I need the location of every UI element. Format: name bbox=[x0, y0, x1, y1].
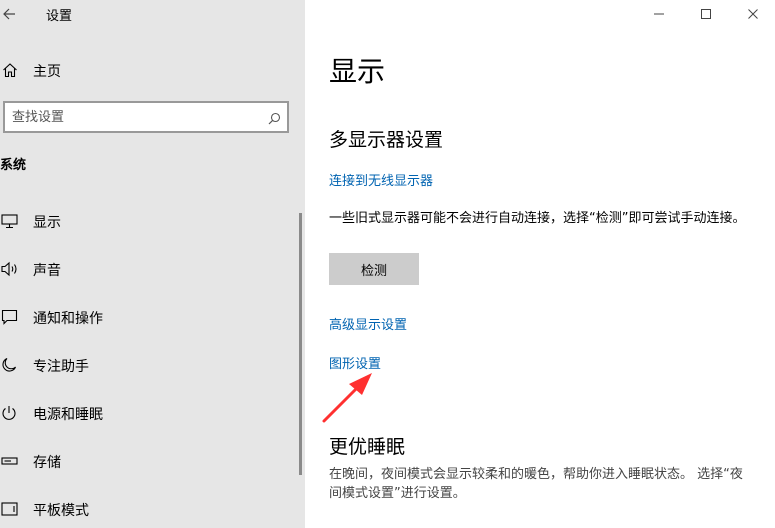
sidebar-item-label: 专注助手 bbox=[33, 359, 89, 375]
better-sleep-heading: 更优睡眠 bbox=[329, 436, 406, 458]
annotation-arrow bbox=[318, 370, 378, 430]
sidebar-item-label: 通知和操作 bbox=[33, 311, 103, 327]
connect-wireless-display-link[interactable]: 连接到无线显示器 bbox=[329, 170, 433, 189]
maximize-icon bbox=[701, 9, 711, 19]
search-input[interactable] bbox=[12, 107, 252, 127]
back-arrow-icon bbox=[3, 8, 15, 20]
search-box[interactable] bbox=[3, 101, 289, 133]
sidebar-item-label: 显示 bbox=[33, 215, 61, 231]
sidebar-item-home[interactable]: 主页 bbox=[0, 54, 300, 86]
close-button[interactable] bbox=[729, 0, 775, 28]
detect-description: 一些旧式显示器可能不会进行自动连接，选择“检测”即可尝试手动连接。 bbox=[329, 211, 746, 226]
storage-icon bbox=[1, 453, 19, 473]
multi-display-heading: 多显示器设置 bbox=[329, 129, 444, 151]
close-icon bbox=[748, 9, 758, 19]
sidebar-item-tablet-mode[interactable]: 平板模式 bbox=[0, 491, 296, 527]
home-icon bbox=[2, 62, 18, 82]
power-icon bbox=[1, 405, 17, 425]
sidebar-item-notifications[interactable]: 通知和操作 bbox=[0, 299, 296, 335]
sidebar-item-display[interactable]: 显示 bbox=[0, 203, 296, 239]
speaker-icon bbox=[1, 261, 21, 281]
maximize-button[interactable] bbox=[682, 0, 728, 28]
minimize-icon bbox=[654, 13, 664, 15]
tablet-icon bbox=[1, 501, 19, 521]
message-icon bbox=[1, 309, 19, 329]
sidebar-item-sound[interactable]: 声音 bbox=[0, 251, 296, 287]
search-icon[interactable] bbox=[268, 110, 281, 129]
back-button[interactable] bbox=[0, 0, 24, 28]
page-title: 显示 bbox=[329, 55, 386, 88]
sidebar-item-storage[interactable]: 存储 bbox=[0, 443, 296, 479]
monitor-icon bbox=[1, 213, 19, 233]
sidebar-item-focus-assist[interactable]: 专注助手 bbox=[0, 347, 296, 383]
moon-icon bbox=[1, 357, 17, 377]
sidebar-item-home-label: 主页 bbox=[33, 64, 61, 80]
sidebar-item-label: 平板模式 bbox=[33, 503, 89, 519]
detect-button[interactable]: 检测 bbox=[329, 253, 419, 285]
minimize-button[interactable] bbox=[635, 0, 681, 28]
sidebar-section-label: 系统 bbox=[0, 158, 27, 173]
sidebar-scrollbar[interactable] bbox=[299, 213, 302, 475]
sidebar-item-power-sleep[interactable]: 电源和睡眠 bbox=[0, 395, 296, 431]
sidebar-item-label: 声音 bbox=[33, 263, 61, 279]
advanced-display-settings-link[interactable]: 高级显示设置 bbox=[329, 314, 407, 333]
sidebar-item-label: 存储 bbox=[33, 455, 61, 471]
sidebar-item-label: 电源和睡眠 bbox=[33, 407, 103, 423]
night-light-description: 在晚间，夜间模式会显示较柔和的暖色，帮助你进入睡眠状态。 选择“夜间模式设置”进… bbox=[329, 467, 743, 501]
sidebar: 设置 主页 系统 显示 bbox=[0, 0, 305, 528]
app-title: 设置 bbox=[46, 9, 73, 24]
window-controls bbox=[635, 0, 775, 28]
